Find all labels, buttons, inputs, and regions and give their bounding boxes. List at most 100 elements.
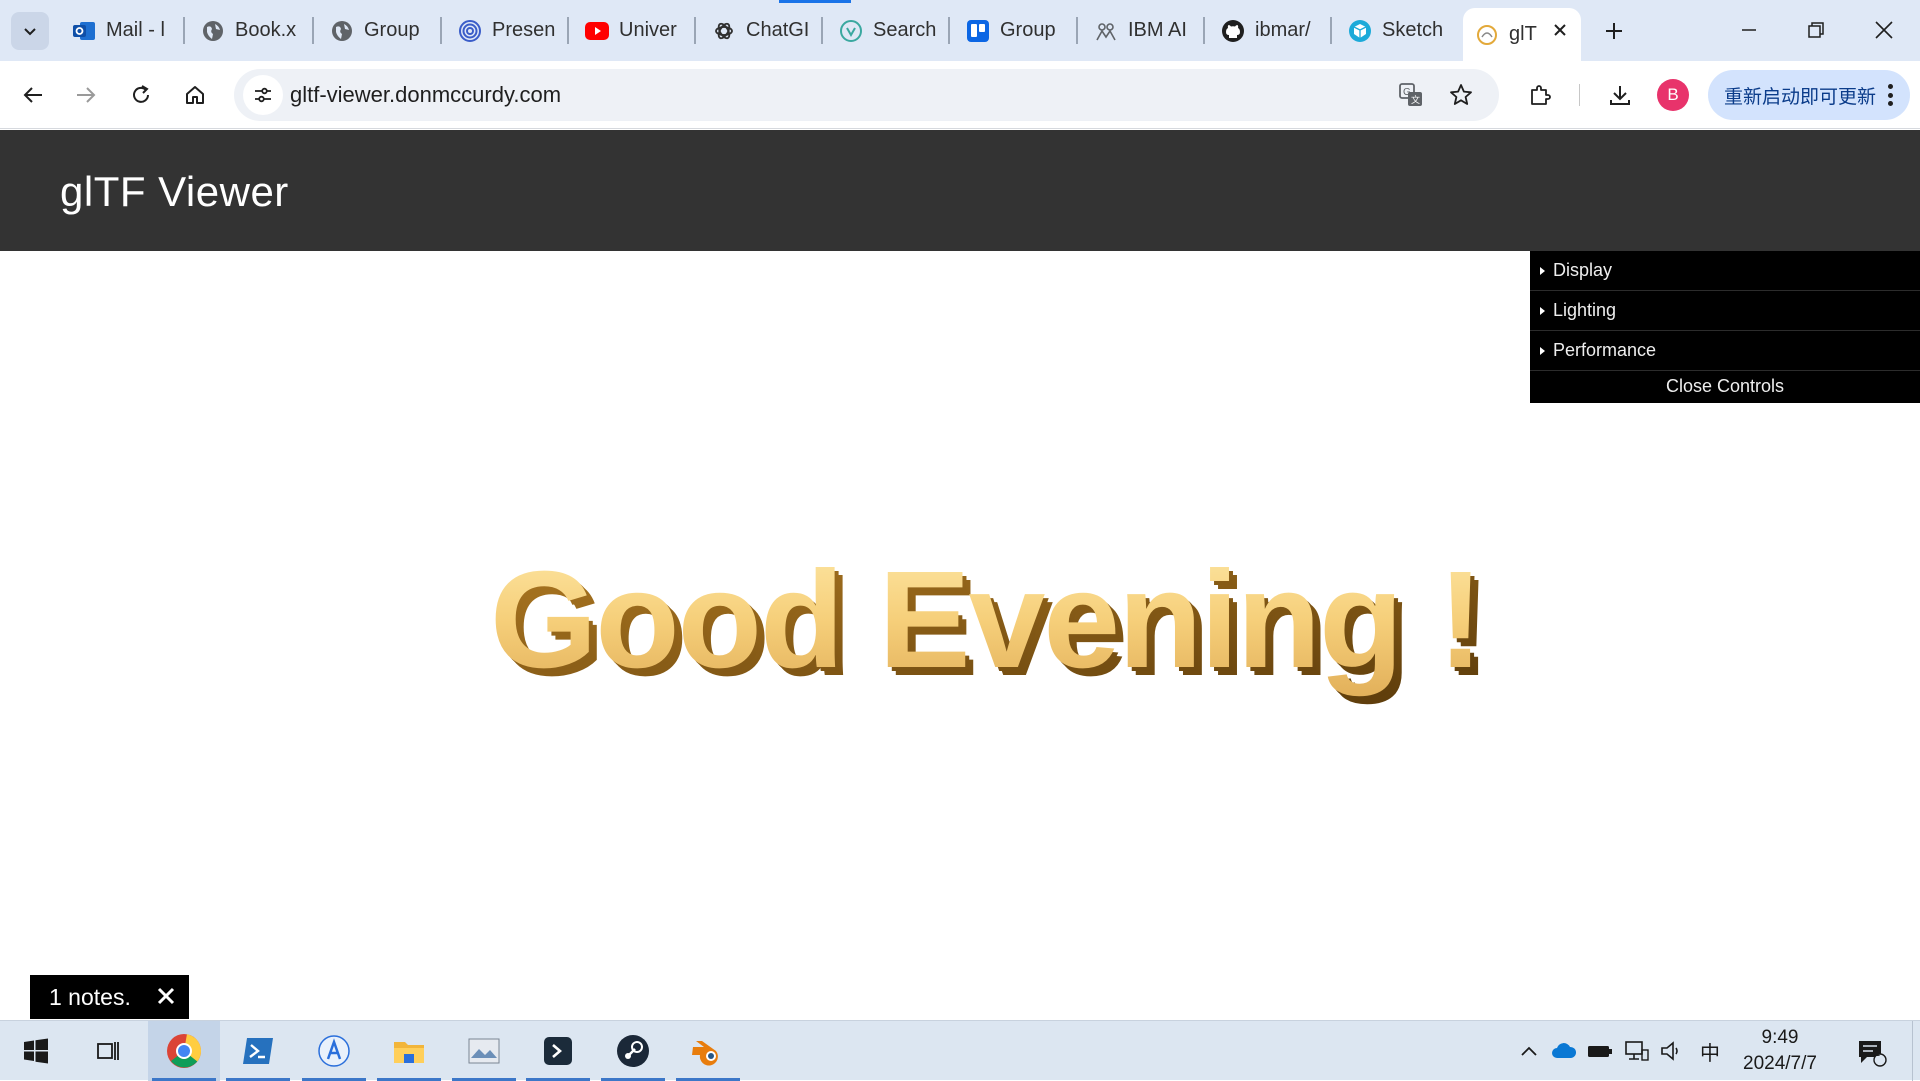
tune-icon (255, 87, 271, 103)
clock-date: 2024/7/7 (1743, 1053, 1817, 1074)
folder-display[interactable]: Display (1530, 251, 1920, 291)
reload-icon (133, 85, 149, 103)
globe-icon (201, 19, 225, 43)
start-button[interactable] (0, 1021, 72, 1081)
network-icon[interactable] (1624, 1039, 1650, 1063)
plus-icon (1606, 23, 1622, 39)
system-clock[interactable]: 9:49 2024/7/7 (1730, 1025, 1830, 1077)
tab-divider (821, 17, 823, 44)
translate-button[interactable]: G文 (1395, 79, 1427, 111)
taskbar-steam[interactable] (597, 1021, 669, 1081)
tab-mail[interactable]: Mail - l (60, 8, 178, 53)
action-center-button[interactable]: 1 (1852, 1035, 1892, 1071)
tab-title: Univer (619, 19, 677, 41)
tab-search-button[interactable] (11, 12, 49, 50)
tab-title: Group (364, 19, 420, 41)
page-title: glTF Viewer (60, 168, 289, 215)
svg-text:文: 文 (1411, 94, 1420, 105)
profile-avatar[interactable]: B (1657, 79, 1689, 111)
caret-right-icon (1540, 306, 1545, 315)
ime-indicator[interactable]: 中 (1695, 1039, 1725, 1065)
close-tab-icon[interactable] (1551, 21, 1569, 39)
folder-label: Lighting (1553, 300, 1617, 320)
tab-sketchfab[interactable]: Sketch (1336, 8, 1456, 53)
close-icon[interactable] (155, 985, 177, 1007)
tab-divider (567, 17, 569, 44)
tab-youtube[interactable]: Univer (573, 8, 693, 53)
tab-group-1[interactable]: Group (318, 8, 438, 53)
restore-button[interactable] (1783, 6, 1849, 54)
site-info-button[interactable] (243, 75, 283, 115)
reload-button[interactable] (121, 75, 161, 115)
chrome-icon (167, 1034, 201, 1068)
show-hidden-icons-button[interactable] (1516, 1039, 1542, 1063)
tab-title: Sketch (1382, 19, 1444, 41)
svg-text:G: G (1403, 87, 1411, 98)
tab-title: Search (873, 19, 937, 41)
tab-presentation[interactable]: Presen (446, 8, 566, 53)
more-menu-icon[interactable] (1886, 84, 1894, 106)
minimize-button[interactable] (1716, 6, 1782, 54)
onedrive-icon[interactable] (1551, 1039, 1577, 1063)
update-button[interactable]: 重新启动即可更新 (1708, 70, 1910, 120)
taskbar-image-viewer[interactable] (448, 1021, 520, 1081)
restore-icon (1808, 22, 1824, 38)
app-store-icon (318, 1035, 350, 1067)
tab-ibm-ai[interactable]: IBM AI (1082, 8, 1202, 53)
taskbar-chrome[interactable] (148, 1021, 220, 1081)
url-text[interactable]: gltf-viewer.donmccurdy.com (290, 82, 561, 108)
battery-icon[interactable] (1587, 1039, 1613, 1063)
tab-divider (694, 17, 696, 44)
search-brand-icon (839, 19, 863, 43)
notes-toast: 1 notes. (30, 975, 189, 1019)
tab-title: Mail - l (106, 19, 165, 41)
tab-group-2[interactable]: Group (954, 8, 1074, 53)
show-desktop-button[interactable] (1912, 1021, 1920, 1081)
taskbar-blender[interactable] (672, 1021, 744, 1081)
downloads-button[interactable] (1600, 75, 1640, 115)
home-button[interactable] (175, 75, 215, 115)
tab-chatgpt[interactable]: ChatGI (700, 8, 820, 53)
home-icon (186, 86, 204, 104)
translate-icon: G文 (1399, 83, 1422, 106)
folder-performance[interactable]: Performance (1530, 331, 1920, 371)
address-bar[interactable]: gltf-viewer.donmccurdy.com G文 (234, 69, 1499, 121)
forward-button[interactable] (66, 75, 106, 115)
tab-title: Presen (492, 19, 556, 41)
taskbar-file-explorer[interactable] (373, 1021, 445, 1081)
back-button[interactable] (13, 75, 53, 115)
trello-icon (966, 19, 990, 43)
tab-title: ibmar/ (1255, 19, 1311, 41)
steam-icon (617, 1035, 649, 1067)
taskbar-powershell[interactable] (222, 1021, 294, 1081)
folder-lighting[interactable]: Lighting (1530, 291, 1920, 331)
tab-github[interactable]: ibmar/ (1209, 8, 1329, 53)
tab-divider (440, 17, 442, 44)
taskbar-terminal[interactable] (522, 1021, 594, 1081)
close-window-button[interactable] (1851, 6, 1917, 54)
extensions-button[interactable] (1520, 75, 1560, 115)
task-view-button[interactable] (72, 1021, 144, 1081)
browser-toolbar: gltf-viewer.donmccurdy.com G文 B 重新启动即可更新 (0, 61, 1920, 129)
tab-book[interactable]: Book.x (189, 8, 309, 53)
blender-icon (692, 1041, 718, 1066)
clock-time: 9:49 (1761, 1027, 1799, 1048)
toast-message: 1 notes. (49, 983, 131, 1010)
notification-count: 1 (1874, 1047, 1881, 1059)
tab-title: ChatGI (746, 19, 810, 41)
bookmark-star-button[interactable] (1445, 79, 1477, 111)
taskbar-app-store[interactable] (298, 1021, 370, 1081)
arrow-left-icon (23, 87, 42, 103)
chatgpt-icon (712, 19, 736, 43)
loading-indicator (779, 0, 851, 3)
volume-icon[interactable] (1659, 1039, 1685, 1063)
new-tab-button[interactable] (1595, 12, 1633, 50)
tab-gltf-viewer-active[interactable]: glT (1463, 8, 1581, 61)
tab-search[interactable]: Search (827, 8, 947, 53)
github-icon (1221, 19, 1245, 43)
close-controls-button[interactable]: Close Controls (1530, 371, 1920, 401)
folder-label: Performance (1553, 340, 1657, 360)
arrow-right-icon (77, 87, 96, 103)
tab-title: Group (1000, 19, 1056, 41)
caret-right-icon (1540, 266, 1545, 275)
